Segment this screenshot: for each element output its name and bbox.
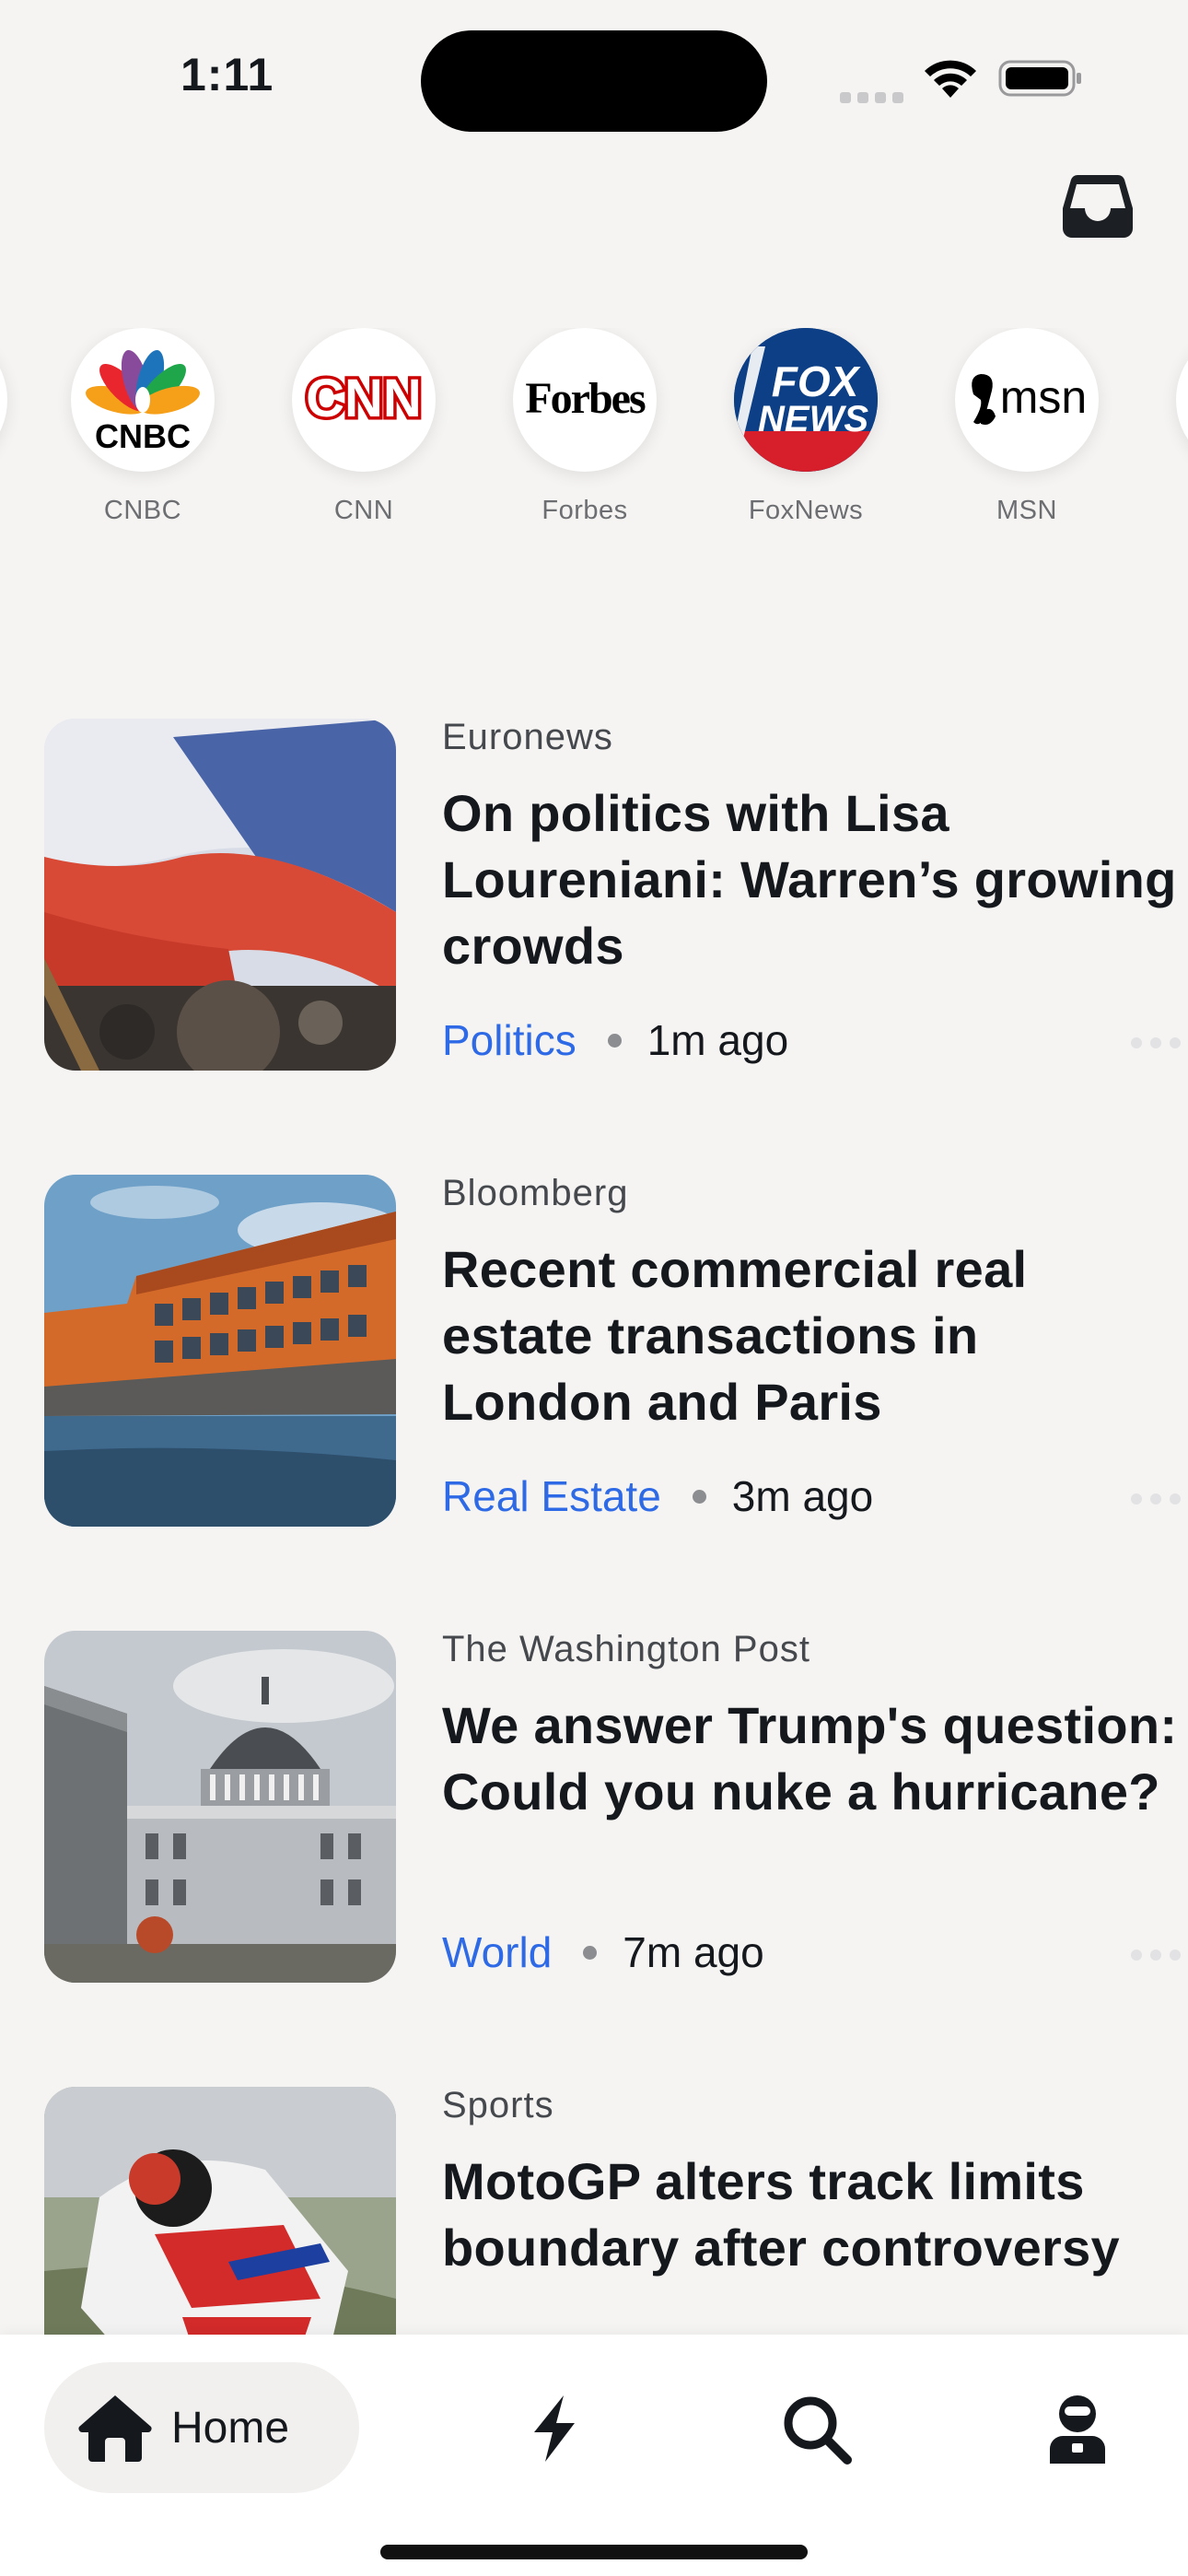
source-item-foxnews[interactable]: FOX NEWS FoxNews [723, 328, 889, 526]
search-icon[interactable] [779, 2392, 853, 2465]
article-card[interactable]: Euronews On politics with Lisa Lourenian… [44, 717, 1181, 1072]
svg-text:NEWS: NEWS [758, 399, 868, 439]
svg-text:CNBC: CNBC [95, 417, 191, 455]
article-source: The Washington Post [442, 1629, 810, 1669]
article-image-riverside-building [44, 1175, 396, 1527]
tab-bar: Home [0, 2335, 1188, 2576]
article-title[interactable]: We answer Trump's question: Could you nu… [442, 1692, 1179, 1825]
battery-icon [998, 60, 1081, 97]
article-meta: World 7m ago [442, 1927, 764, 1977]
cellular-signal-icon [840, 77, 904, 103]
source-name: CNBC [103, 496, 182, 525]
source-item-forbes[interactable]: Forbes Forbes [502, 328, 668, 526]
svg-text:msn: msn [1000, 371, 1087, 423]
forbes-logo: Forbes [513, 328, 657, 472]
source-name: CNN [333, 496, 394, 525]
status-time: 1:11 [181, 49, 274, 100]
article-title[interactable]: Recent commercial real estate transactio… [442, 1236, 1179, 1435]
svg-text:Forbes: Forbes [525, 374, 646, 423]
tab-home[interactable]: Home [44, 2362, 359, 2493]
dynamic-island [421, 30, 767, 132]
article-time: 7m ago [623, 1928, 764, 1976]
article-card[interactable]: Bloomberg Recent commercial real estate … [44, 1173, 1181, 1528]
article-source: Bloomberg [442, 1173, 629, 1213]
article-image-capitol-building [44, 1631, 396, 1983]
source-item-cnn[interactable]: CNN CNN [281, 328, 447, 526]
more-options-icon[interactable] [1131, 1037, 1181, 1050]
article-title[interactable]: On politics with Lisa Loureniani: Warren… [442, 780, 1179, 979]
cnbc-logo: CNBC [71, 328, 215, 472]
article-title[interactable]: MotoGP alters track limits boundary afte… [442, 2149, 1179, 2281]
source-name: FoxNews [748, 496, 864, 525]
article-meta: Real Estate 3m ago [442, 1471, 873, 1521]
home-icon [78, 2395, 152, 2462]
article-time: 1m ago [646, 1016, 789, 1064]
source-name: MSN [996, 496, 1057, 525]
flash-icon[interactable] [518, 2392, 591, 2465]
more-options-icon[interactable] [1131, 1493, 1181, 1506]
article-meta: Politics 1m ago [442, 1015, 788, 1065]
source-item-cnbc[interactable]: CNBC CNBC [60, 328, 226, 526]
article-category[interactable]: Politics [442, 1015, 577, 1065]
separator-dot [583, 1945, 598, 1960]
inbox-icon[interactable] [1061, 171, 1135, 240]
article-image-flag [44, 719, 396, 1071]
more-options-icon[interactable] [1131, 1950, 1181, 1962]
article-card[interactable]: The Washington Post We answer Trump's qu… [44, 1629, 1181, 1985]
home-indicator [380, 2545, 808, 2559]
source-item-partial-right[interactable] [1165, 328, 1188, 472]
article-source: Euronews [442, 717, 613, 757]
source-name: Forbes [542, 496, 628, 525]
svg-text:CNN: CNN [306, 369, 422, 428]
separator-dot [692, 1489, 706, 1504]
separator-dot [607, 1033, 622, 1048]
foxnews-logo: FOX NEWS [734, 328, 878, 472]
source-item-partial-left[interactable] [0, 328, 18, 472]
news-sources-row: CNBC CNBC CNN CNN Forbes Forbes FOX NEWS… [0, 328, 1188, 531]
source-item-msn[interactable]: msn MSN [944, 328, 1110, 526]
profile-icon[interactable] [1041, 2392, 1114, 2465]
article-source: Sports [442, 2085, 554, 2125]
article-category[interactable]: World [442, 1927, 552, 1977]
cnn-logo: CNN [292, 328, 436, 472]
article-time: 3m ago [731, 1472, 874, 1520]
tab-home-label: Home [171, 2403, 290, 2453]
msn-logo: msn [955, 328, 1099, 472]
article-category[interactable]: Real Estate [442, 1471, 661, 1521]
wifi-icon [925, 60, 976, 98]
